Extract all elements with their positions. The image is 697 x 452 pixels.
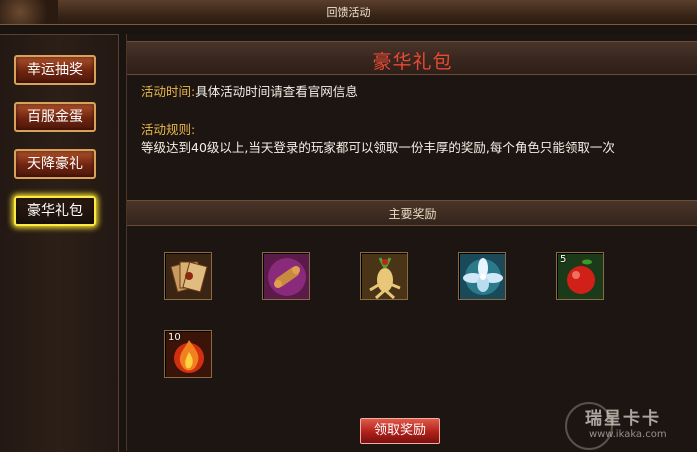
reward-count: 10 bbox=[168, 332, 181, 343]
reward-slot-lotus[interactable] bbox=[458, 252, 506, 300]
activity-rules-text: 等级达到40级以上,当天登录的玩家都可以领取一份丰厚的奖励,每个角色只能领取一次 bbox=[141, 140, 615, 155]
reward-slot-apple[interactable]: 5 bbox=[556, 252, 604, 300]
activity-rules-label: 活动规则: bbox=[141, 122, 196, 137]
watermark-title: 瑞星卡卡 bbox=[585, 409, 661, 429]
watermark-logo: 瑞星卡卡 www.ikaka.com bbox=[565, 398, 697, 451]
reward-count: 5 bbox=[560, 254, 567, 265]
main-panel: 豪华礼包 活动时间:具体活动时间请查看官网信息 活动规则: 等级达到40级以上,… bbox=[126, 34, 697, 451]
sidebar: 幸运抽奖 百服金蛋 天降豪礼 豪华礼包 bbox=[0, 34, 119, 452]
rewards-section-header: 主要奖励 bbox=[127, 200, 697, 226]
activity-time-label: 活动时间: bbox=[141, 84, 196, 99]
sidebar-item-deluxe-pack[interactable]: 豪华礼包 bbox=[14, 196, 96, 226]
cards-icon bbox=[166, 254, 211, 299]
reward-slot-scroll[interactable] bbox=[262, 252, 310, 300]
activity-time-value: 具体活动时间请查看官网信息 bbox=[195, 84, 358, 99]
rewards-section-title: 主要奖励 bbox=[388, 207, 437, 221]
window-title-bar: 回馈活动 bbox=[0, 0, 697, 25]
claim-reward-button[interactable]: 领取奖励 bbox=[360, 418, 440, 444]
panel-header: 豪华礼包 bbox=[127, 41, 697, 75]
scroll-icon bbox=[264, 254, 309, 299]
reward-slot-cards[interactable] bbox=[164, 252, 212, 300]
watermark-url: www.ikaka.com bbox=[589, 429, 667, 440]
sidebar-item-golden-egg[interactable]: 百服金蛋 bbox=[14, 102, 96, 132]
ginseng-icon bbox=[362, 254, 407, 299]
lotus-icon bbox=[460, 254, 505, 299]
window-title: 回馈活动 bbox=[326, 6, 371, 19]
reward-slot-fire-orb[interactable]: 10 bbox=[164, 330, 212, 378]
page-title: 豪华礼包 bbox=[372, 51, 453, 73]
sidebar-item-lucky-draw[interactable]: 幸运抽奖 bbox=[14, 55, 96, 85]
sidebar-item-sky-gift[interactable]: 天降豪礼 bbox=[14, 149, 96, 179]
activity-time-line: 活动时间:具体活动时间请查看官网信息 bbox=[141, 81, 358, 100]
reward-slot-ginseng[interactable] bbox=[360, 252, 408, 300]
